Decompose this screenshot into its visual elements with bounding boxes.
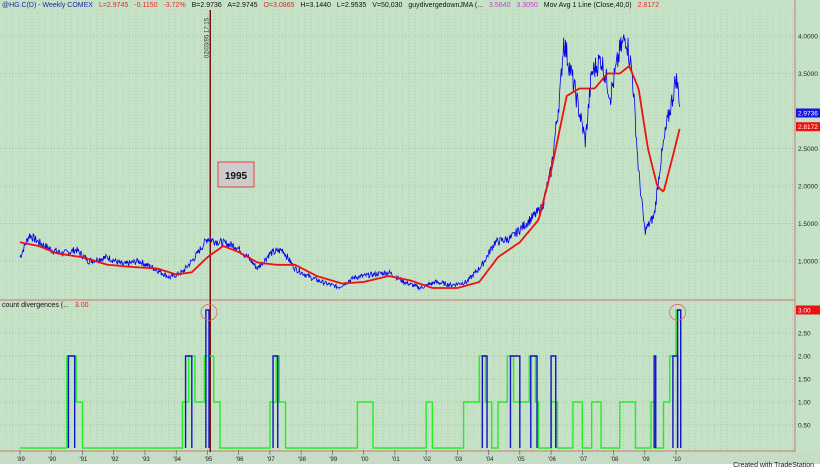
count-tick-label: 1.00 [798, 400, 811, 407]
lower-pane-header: count divergences (... 3.00 [2, 302, 93, 309]
time-tick-label: '07 [579, 457, 587, 463]
open: O=3.0865 [263, 2, 295, 9]
volume: V=50,030 [372, 2, 403, 9]
time-tick-label: '89 [17, 457, 25, 463]
chart-canvas[interactable]: 1.0000 1.5000 2.0000 2.5000 3.5000 4.0000 0.50… [0, 0, 820, 471]
time-tick-label: '08 [611, 457, 619, 463]
time-tick-label: '99 [329, 457, 337, 463]
count-divergences-label[interactable]: count divergences (... [2, 302, 69, 309]
time-tick-label: '97 [267, 457, 275, 463]
time-tick-label: '06 [548, 457, 556, 463]
count-value-tag: 3.00 [798, 308, 811, 315]
indicator2-value: 2.8172 [637, 2, 659, 9]
price-pane-header: @HG.C(D) - Weekly COMEX L=2.9745 -0.1150… [2, 2, 663, 9]
time-tick-label: '95 [204, 457, 212, 463]
price-tick-label: 3.5000 [798, 71, 818, 78]
date-marker-label: 02/03/95 17:15 [204, 17, 210, 58]
price-tick-label: 2.0000 [798, 184, 818, 191]
credit-text: Created with TradeStation [733, 462, 814, 469]
time-tick-label: '98 [298, 457, 306, 463]
time-tick-label: '92 [111, 457, 119, 463]
annotation-1995: 1995 [217, 161, 255, 188]
count-divergences-value: 3.00 [74, 302, 89, 309]
price-tick-label: 2.5000 [798, 146, 818, 153]
price-tick-label: 1.0000 [798, 259, 818, 266]
time-tick-label: '94 [173, 457, 181, 463]
time-tick-label: '90 [48, 457, 56, 463]
pct-change: -3.72% [163, 2, 186, 9]
indicator2-label[interactable]: Mov Avg 1 Line (Close,40,0) [544, 2, 632, 9]
high: H=3.1440 [300, 2, 331, 9]
price-tick-label: 4.0000 [798, 34, 818, 41]
annotation-text: 1995 [225, 171, 248, 182]
moving-average-tag: 2.8172 [798, 124, 818, 131]
last-price-tag: 2.9736 [798, 110, 818, 117]
time-tick-label: '03 [454, 457, 462, 463]
ask: A=2.9745 [227, 2, 258, 9]
count-tick-label: 1.50 [798, 377, 811, 384]
bid: B=2.9736 [191, 2, 222, 9]
price-tick-label: 1.5000 [798, 221, 818, 228]
time-tick-label: '93 [142, 457, 150, 463]
last-price: L=2.9745 [98, 2, 129, 9]
indicator1-label[interactable]: guydivergedownJMA (... [408, 2, 483, 9]
time-tick-label: '00 [361, 457, 369, 463]
time-tick-label: '04 [486, 457, 494, 463]
indicator1-value1: 3.5640 [489, 2, 511, 9]
time-tick-label: '96 [236, 457, 244, 463]
indicator1-value2: 3.3050 [516, 2, 538, 9]
low: L=2.9535 [336, 2, 367, 9]
chart-window: 1.0000 1.5000 2.0000 2.5000 3.5000 4.0000 0.50… [0, 0, 820, 471]
net-change: -0.1150 [134, 2, 158, 9]
time-axis-background [0, 452, 820, 464]
count-tick-label: 2.50 [798, 331, 811, 338]
time-tick-label: '09 [642, 457, 650, 463]
time-tick-label: '10 [673, 457, 681, 463]
time-tick-label: '02 [423, 457, 431, 463]
time-tick-label: '01 [392, 457, 400, 463]
count-tick-label: 0.50 [798, 423, 811, 430]
symbol-label: @HG.C(D) - Weekly COMEX [2, 2, 93, 9]
time-tick-label: '91 [79, 457, 87, 463]
count-tick-label: 2.00 [798, 354, 811, 361]
time-tick-label: '05 [517, 457, 525, 463]
